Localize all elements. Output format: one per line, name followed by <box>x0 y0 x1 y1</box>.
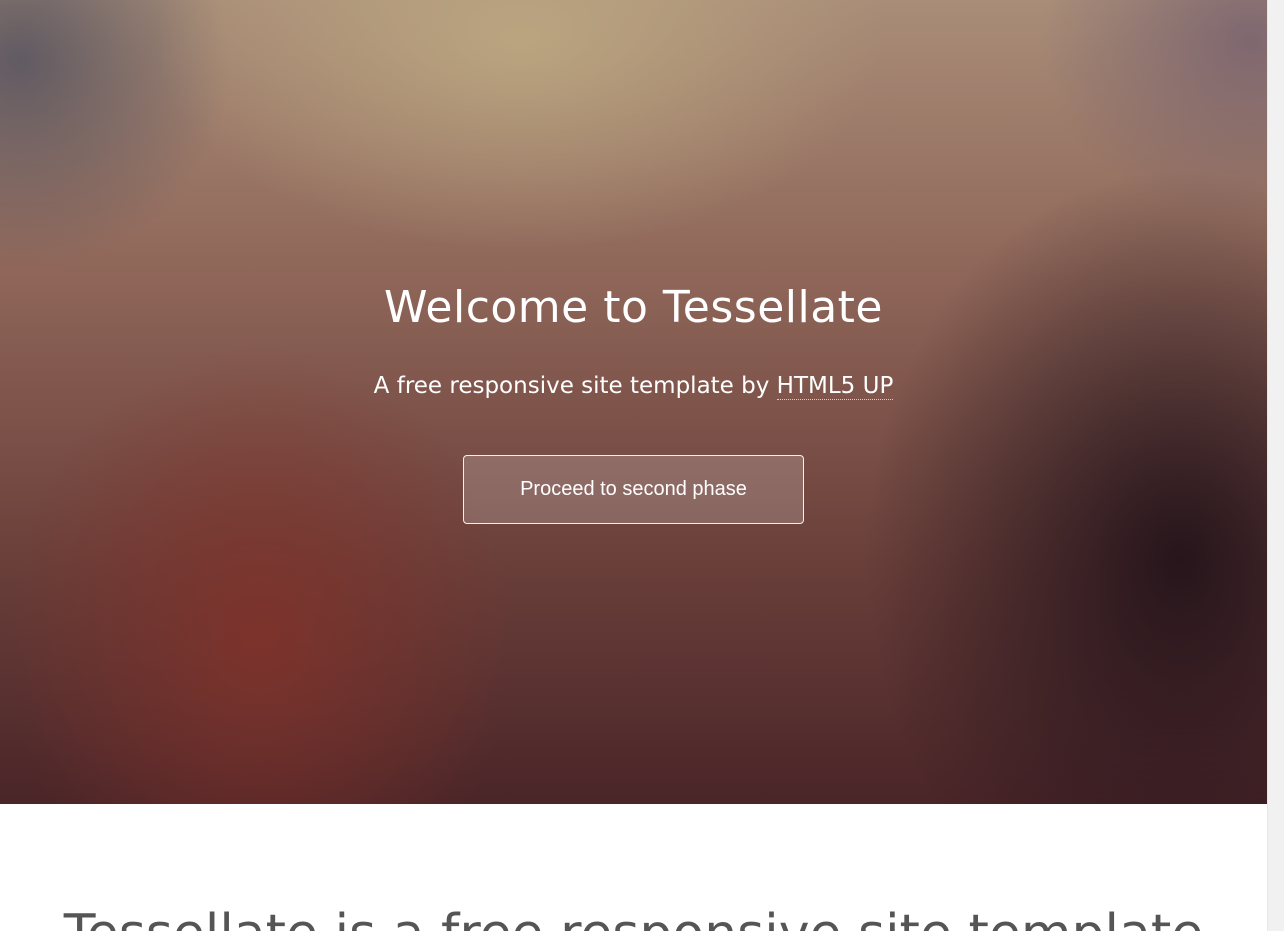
hero-subtitle-text: A free responsive site template by <box>373 373 777 399</box>
hero-banner: Welcome to Tessellate A free responsive … <box>0 0 1267 804</box>
intro-section: Tessellate is a free responsive site tem… <box>0 804 1267 931</box>
html5up-link[interactable]: HTML5 UP <box>776 373 894 400</box>
page: Welcome to Tessellate A free responsive … <box>0 0 1267 931</box>
vertical-scrollbar[interactable] <box>1267 0 1284 931</box>
intro-heading: Tessellate is a free responsive site tem… <box>0 904 1267 931</box>
hero-subtitle: A free responsive site template by HTML5… <box>0 370 1267 402</box>
proceed-button[interactable]: Proceed to second phase <box>463 455 804 524</box>
hero-title: Welcome to Tessellate <box>383 282 884 333</box>
hero-content: Welcome to Tessellate A free responsive … <box>0 0 1267 804</box>
scrollbar-thumb[interactable] <box>1271 2 1281 522</box>
